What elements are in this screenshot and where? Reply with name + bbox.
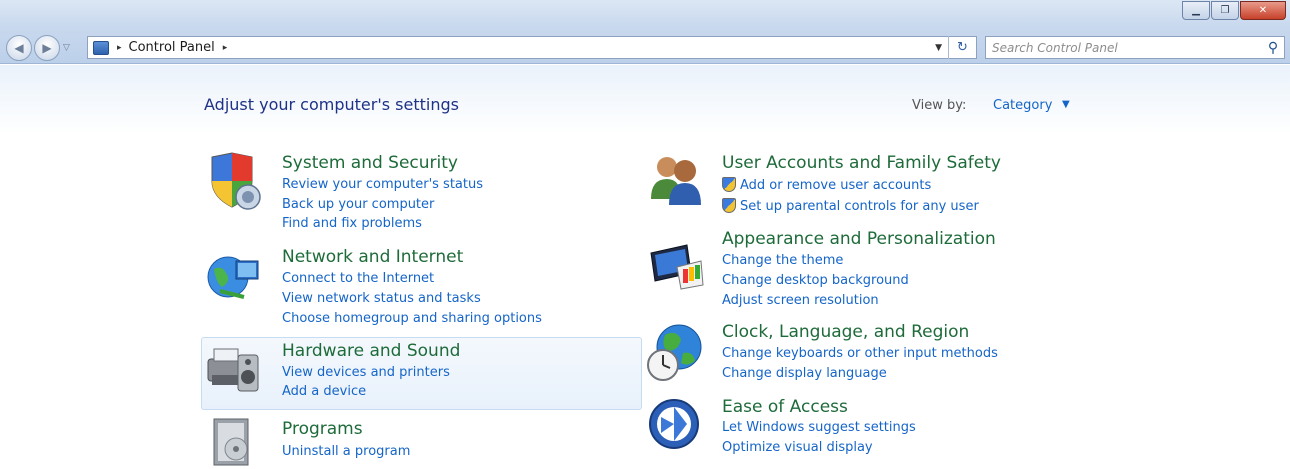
link-keyboards[interactable]: Change keyboards or other input methods — [722, 346, 998, 361]
breadcrumb-separator-icon[interactable]: ▸ — [117, 43, 122, 53]
minimize-button[interactable]: ▁ — [1182, 1, 1210, 20]
printer-speaker-icon — [207, 348, 259, 392]
link-windows-suggest[interactable]: Let Windows suggest settings — [722, 420, 916, 435]
close-button[interactable]: ✕ — [1240, 1, 1286, 20]
refresh-button[interactable]: ↻ — [948, 36, 976, 59]
refresh-icon: ↻ — [957, 40, 968, 55]
address-bar[interactable]: ▸ Control Panel ▸ ▼ ↻ — [87, 36, 977, 59]
category-title[interactable]: Appearance and Personalization — [722, 229, 996, 249]
link-screen-resolution[interactable]: Adjust screen resolution — [722, 293, 879, 308]
uac-shield-icon — [722, 198, 736, 213]
link-connect-internet[interactable]: Connect to the Internet — [282, 271, 434, 286]
search-icon[interactable]: ⚲ — [1262, 40, 1284, 56]
category-title[interactable]: User Accounts and Family Safety — [722, 153, 1001, 173]
breadcrumb-separator-icon[interactable]: ▸ — [223, 43, 228, 53]
content-area: Adjust your computer's settings View by:… — [0, 65, 1290, 469]
maximize-button[interactable]: ❐ — [1211, 1, 1239, 20]
link-change-theme[interactable]: Change the theme — [722, 253, 843, 268]
ease-of-access-icon — [649, 399, 699, 449]
forward-arrow-icon: ▶ — [42, 41, 52, 55]
search-input[interactable] — [986, 37, 1262, 58]
link-optimize-display[interactable]: Optimize visual display — [722, 440, 873, 455]
link-review-status[interactable]: Review your computer's status — [282, 177, 483, 192]
control-panel-icon — [93, 40, 109, 55]
uac-shield-icon — [722, 177, 736, 192]
link-add-device[interactable]: Add a device — [282, 384, 366, 399]
globe-network-icon — [207, 256, 259, 299]
recent-pages-dropdown[interactable]: ▽ — [63, 43, 70, 53]
globe-clock-icon — [647, 324, 702, 381]
link-label: Add or remove user accounts — [740, 178, 932, 193]
link-devices-printers[interactable]: View devices and printers — [282, 365, 450, 380]
programs-box-icon — [213, 418, 249, 466]
forward-button[interactable]: ▶ — [34, 35, 60, 61]
address-dropdown-icon[interactable]: ▼ — [935, 43, 942, 53]
category-title[interactable]: Ease of Access — [722, 397, 848, 417]
category-title[interactable]: Network and Internet — [282, 247, 463, 267]
view-by-label: View by: — [912, 98, 967, 113]
monitor-palette-icon — [650, 244, 704, 290]
window-controls: ▁ ❐ ✕ — [1181, 1, 1286, 20]
title-bar: ▁ ❐ ✕ ◀ ▶ ▽ ▸ Control Panel ▸ ▼ ↻ ⚲ — [0, 0, 1290, 64]
link-homegroup[interactable]: Choose homegroup and sharing options — [282, 311, 542, 326]
back-arrow-icon: ◀ — [14, 41, 24, 55]
category-title[interactable]: Hardware and Sound — [282, 341, 460, 361]
search-box[interactable]: ⚲ — [985, 36, 1285, 59]
link-network-status[interactable]: View network status and tasks — [282, 291, 481, 306]
category-title[interactable]: Clock, Language, and Region — [722, 322, 969, 342]
link-display-language[interactable]: Change display language — [722, 366, 887, 381]
link-label: Set up parental controls for any user — [740, 199, 979, 214]
view-by-caret-icon[interactable]: ▼ — [1062, 99, 1070, 110]
link-back-up[interactable]: Back up your computer — [282, 197, 434, 212]
view-by-dropdown[interactable]: Category — [993, 98, 1052, 113]
page-title: Adjust your computer's settings — [204, 95, 459, 114]
shield-icon — [211, 152, 261, 210]
users-icon — [651, 157, 701, 205]
category-title[interactable]: System and Security — [282, 153, 458, 173]
back-button[interactable]: ◀ — [6, 35, 32, 61]
link-parental-controls[interactable]: Set up parental controls for any user — [722, 198, 979, 214]
category-title[interactable]: Programs — [282, 419, 363, 439]
breadcrumb-control-panel[interactable]: Control Panel — [129, 40, 215, 55]
link-uninstall[interactable]: Uninstall a program — [282, 444, 410, 459]
link-find-fix[interactable]: Find and fix problems — [282, 216, 422, 231]
link-desktop-background[interactable]: Change desktop background — [722, 273, 909, 288]
link-add-remove-users[interactable]: Add or remove user accounts — [722, 177, 931, 193]
